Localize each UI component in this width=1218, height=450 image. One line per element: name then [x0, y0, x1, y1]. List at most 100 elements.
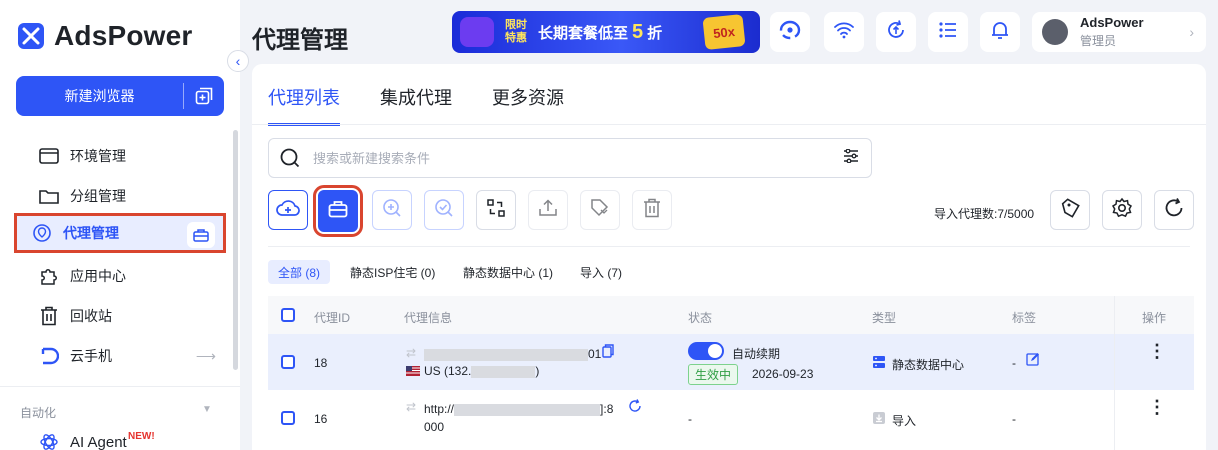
- filter-imported[interactable]: 导入 (7): [570, 260, 632, 284]
- notifications-button[interactable]: [980, 12, 1020, 52]
- search-bar[interactable]: [268, 138, 872, 178]
- sidebar-item-environments[interactable]: 环境管理: [24, 136, 224, 176]
- refresh-icon[interactable]: [628, 399, 642, 416]
- tag-icon: [590, 198, 610, 223]
- select-all-checkbox[interactable]: [281, 308, 295, 322]
- chevron-right-icon: ›: [1189, 24, 1194, 40]
- wifi-icon: [833, 21, 855, 44]
- sidebar-divider: [0, 386, 240, 387]
- proxy-id: 18: [314, 356, 328, 370]
- proxy-protocol: http://: [424, 402, 455, 416]
- sidebar-item-recycle-bin[interactable]: 回收站: [24, 296, 224, 336]
- promo-unit: 折: [647, 24, 663, 42]
- refresh-icon: [1163, 197, 1185, 224]
- table-row[interactable]: 16 ⇄ http://]:8 000 - 导入 - ⋮: [268, 390, 1194, 446]
- copy-icon[interactable]: [602, 344, 614, 361]
- sidebar-item-cloud-phone[interactable]: 云手机 ⟶: [24, 336, 224, 376]
- table-row[interactable]: 18 ⇄ 01 US (132.) 自动续期 生效中 2026-09-23 静态…: [268, 334, 1194, 390]
- new-browser-label[interactable]: 新建浏览器: [16, 86, 183, 106]
- more-actions-icon[interactable]: ⋮: [1148, 342, 1166, 360]
- app-name: AdsPower: [54, 20, 193, 51]
- gear-icon: [1111, 197, 1133, 224]
- search-input[interactable]: [313, 150, 843, 166]
- promo-banner[interactable]: 限时 特惠 长期套餐低至 5 折 50x: [452, 11, 760, 53]
- trash-icon: [38, 305, 60, 327]
- proxy-shop-icon[interactable]: [187, 222, 215, 248]
- promo-text: 长期套餐低至: [538, 24, 629, 42]
- col-actions: 操作: [1142, 311, 1167, 325]
- adspower-logo-icon: [18, 23, 44, 49]
- proxy-host-suffix: 01: [588, 347, 602, 361]
- actions-column-divider: [1114, 296, 1115, 450]
- shop-bag-icon: [328, 200, 348, 223]
- sidebar-item-label: 分组管理: [70, 188, 126, 204]
- sidebar: AdsPower 新建浏览器 环境管理 分组管理 代理管理 应用中心 回收站 云…: [0, 0, 240, 450]
- puzzle-icon: [38, 265, 60, 287]
- sidebar-item-proxies[interactable]: 代理管理: [14, 213, 226, 253]
- sidebar-item-label: AI Agent: [70, 433, 127, 450]
- batch-add-icon[interactable]: [184, 87, 224, 105]
- delete-button[interactable]: [632, 190, 672, 230]
- refresh-button[interactable]: [1154, 190, 1194, 230]
- main-panel: 代理列表 集成代理 更多资源 导入代理数:7/5000 全部 (8): [252, 64, 1206, 450]
- sidebar-item-label: 应用中心: [70, 268, 126, 284]
- filter-static-datacenter[interactable]: 静态数据中心 (1): [453, 260, 563, 284]
- tab-proxy-list[interactable]: 代理列表: [268, 84, 340, 110]
- check-proxy-button[interactable]: [424, 190, 464, 230]
- sidebar-item-label: 云手机: [70, 348, 112, 364]
- swap-icon: [486, 198, 506, 223]
- promo-tag: 限时 特惠: [500, 19, 532, 45]
- row-checkbox[interactable]: [281, 355, 295, 369]
- auto-renew-toggle[interactable]: [688, 342, 724, 360]
- filter-settings-icon[interactable]: [843, 148, 859, 168]
- avatar: [1042, 19, 1068, 45]
- tag-manage-button[interactable]: [1050, 190, 1090, 230]
- more-actions-icon[interactable]: ⋮: [1148, 398, 1166, 416]
- add-proxy-button[interactable]: [268, 190, 308, 230]
- sidebar-item-app-center[interactable]: 应用中心: [24, 256, 224, 296]
- settings-button[interactable]: [1102, 190, 1142, 230]
- update-button[interactable]: [876, 12, 916, 52]
- task-list-button[interactable]: [928, 12, 968, 52]
- sidebar-scrollbar[interactable]: [233, 130, 238, 370]
- col-type: 类型: [872, 311, 897, 325]
- page-title: 代理管理: [252, 27, 348, 54]
- toggle-switch[interactable]: [688, 342, 724, 360]
- buy-proxy-button[interactable]: [313, 185, 363, 237]
- filter-all[interactable]: 全部 (8): [268, 260, 331, 284]
- proxy-status: -: [688, 412, 692, 426]
- swap-arrows-icon: ⇄: [406, 346, 417, 360]
- proxy-type: 导入: [892, 414, 917, 428]
- new-badge: NEW!: [128, 431, 155, 442]
- col-proxy-id[interactable]: 代理ID: [314, 309, 350, 326]
- sidebar-item-label: 代理管理: [63, 225, 119, 241]
- import-type-icon: [872, 411, 886, 428]
- tab-more-resources[interactable]: 更多资源: [492, 84, 564, 110]
- row-checkbox[interactable]: [281, 411, 295, 425]
- user-name: AdsPower: [1080, 15, 1144, 30]
- tag-edit-button[interactable]: [580, 190, 620, 230]
- collapse-sidebar-button[interactable]: ‹: [227, 50, 249, 72]
- export-button[interactable]: [528, 190, 568, 230]
- tab-integrated-proxies[interactable]: 集成代理: [380, 84, 452, 110]
- col-proxy-info: 代理信息: [404, 311, 453, 325]
- sidebar-item-ai-agent[interactable]: AI Agent: [24, 422, 224, 450]
- sidebar-item-label: 环境管理: [70, 148, 126, 164]
- new-browser-button[interactable]: 新建浏览器: [16, 76, 224, 116]
- arrow-right-icon: ⟶: [195, 347, 216, 364]
- filter-static-isp[interactable]: 静态ISP住宅 (0): [340, 260, 445, 284]
- sidebar-item-groups[interactable]: 分组管理: [24, 176, 224, 216]
- replace-proxy-button[interactable]: [476, 190, 516, 230]
- auto-renew-label: 自动续期: [732, 347, 781, 361]
- user-menu[interactable]: AdsPower 管理员 ›: [1032, 12, 1206, 52]
- sync-status-button[interactable]: [770, 12, 810, 52]
- logo-circle-icon: [777, 20, 803, 45]
- chevron-down-icon[interactable]: ▼: [202, 404, 212, 415]
- promo-tag-line1: 限时: [505, 19, 527, 31]
- check-add-button[interactable]: [372, 190, 412, 230]
- automation-section-label: 自动化: [20, 406, 57, 420]
- network-button[interactable]: [824, 12, 864, 52]
- cloud-phone-icon: [38, 345, 60, 367]
- list-icon: [938, 21, 958, 44]
- edit-tag-icon[interactable]: [1026, 352, 1040, 369]
